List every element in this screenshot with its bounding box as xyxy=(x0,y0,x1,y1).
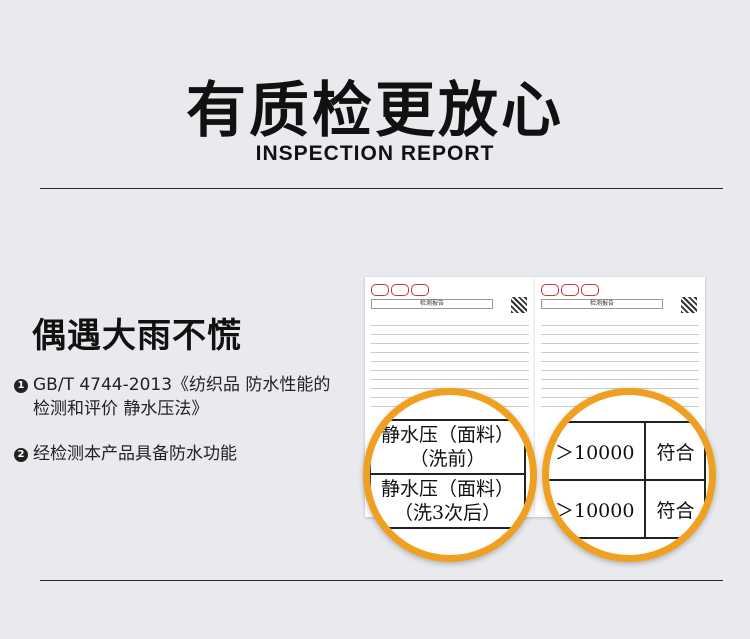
report-header: 检测报告 xyxy=(541,299,663,309)
test-item-condition: （洗3次后） xyxy=(393,502,502,524)
feature-point-1: 1 GB/T 4744-2013《纺织品 防水性能的 检测和评价 静水压法》 xyxy=(14,373,330,421)
test-value: ＞10000 xyxy=(549,479,647,539)
cnas-logo-icon xyxy=(581,284,599,296)
feature-point-2: 2 经检测本产品具备防水功能 xyxy=(14,442,237,466)
feature-heading: 偶遇大雨不慌 xyxy=(32,316,242,356)
table-row: ＞10000 符合 xyxy=(549,421,707,481)
test-result: 符合 xyxy=(644,479,707,539)
ilac-logo-icon xyxy=(561,284,579,296)
page-subtitle: INSPECTION REPORT xyxy=(255,142,495,165)
certification-logos xyxy=(541,281,601,300)
number-badge-icon: 2 xyxy=(14,448,28,462)
report-header: 检测报告 xyxy=(371,299,493,309)
table-row: ＞10000 符合 xyxy=(549,479,707,539)
table-row: 静水压（面料） （洗前） xyxy=(370,419,527,475)
certification-logos xyxy=(371,281,431,300)
test-item-label: 静水压（面料） xyxy=(381,424,515,446)
table-cell: 静水压（面料） （洗前） xyxy=(370,419,527,475)
table-cell: 静水压（面料） （洗3次后） xyxy=(370,473,527,529)
test-item-label: 静水压（面料） xyxy=(381,478,515,500)
feature-point-text-continued: 检测和评价 静水压法》 xyxy=(33,399,209,419)
table-row: 静水压（面料） （洗3次后） xyxy=(370,473,527,529)
ilac-logo-icon xyxy=(391,284,409,296)
number-badge-icon: 1 xyxy=(14,379,28,393)
page-title: 有质检更放心 xyxy=(186,76,564,146)
test-result: 符合 xyxy=(644,421,707,481)
cnas-logo-icon xyxy=(411,284,429,296)
test-item-condition: （洗前） xyxy=(409,448,486,470)
test-value: ＞10000 xyxy=(549,421,647,481)
feature-point-text: GB/T 4744-2013《纺织品 防水性能的 xyxy=(33,375,331,395)
magnifier-right: ＞10000 符合 ＞10000 符合 xyxy=(542,388,716,562)
zoom-table-labels: 静水压（面料） （洗前） 静水压（面料） （洗3次后） xyxy=(370,419,527,529)
top-divider xyxy=(40,188,723,189)
qr-code-icon xyxy=(511,297,527,313)
qr-code-icon xyxy=(681,297,697,313)
bottom-divider xyxy=(40,580,723,581)
cma-logo-icon xyxy=(541,284,559,296)
cma-logo-icon xyxy=(371,284,389,296)
zoom-table-values: ＞10000 符合 ＞10000 符合 xyxy=(549,421,707,539)
feature-point-text: 经检测本产品具备防水功能 xyxy=(33,444,237,464)
magnifier-left: 静水压（面料） （洗前） 静水压（面料） （洗3次后） xyxy=(363,388,537,562)
